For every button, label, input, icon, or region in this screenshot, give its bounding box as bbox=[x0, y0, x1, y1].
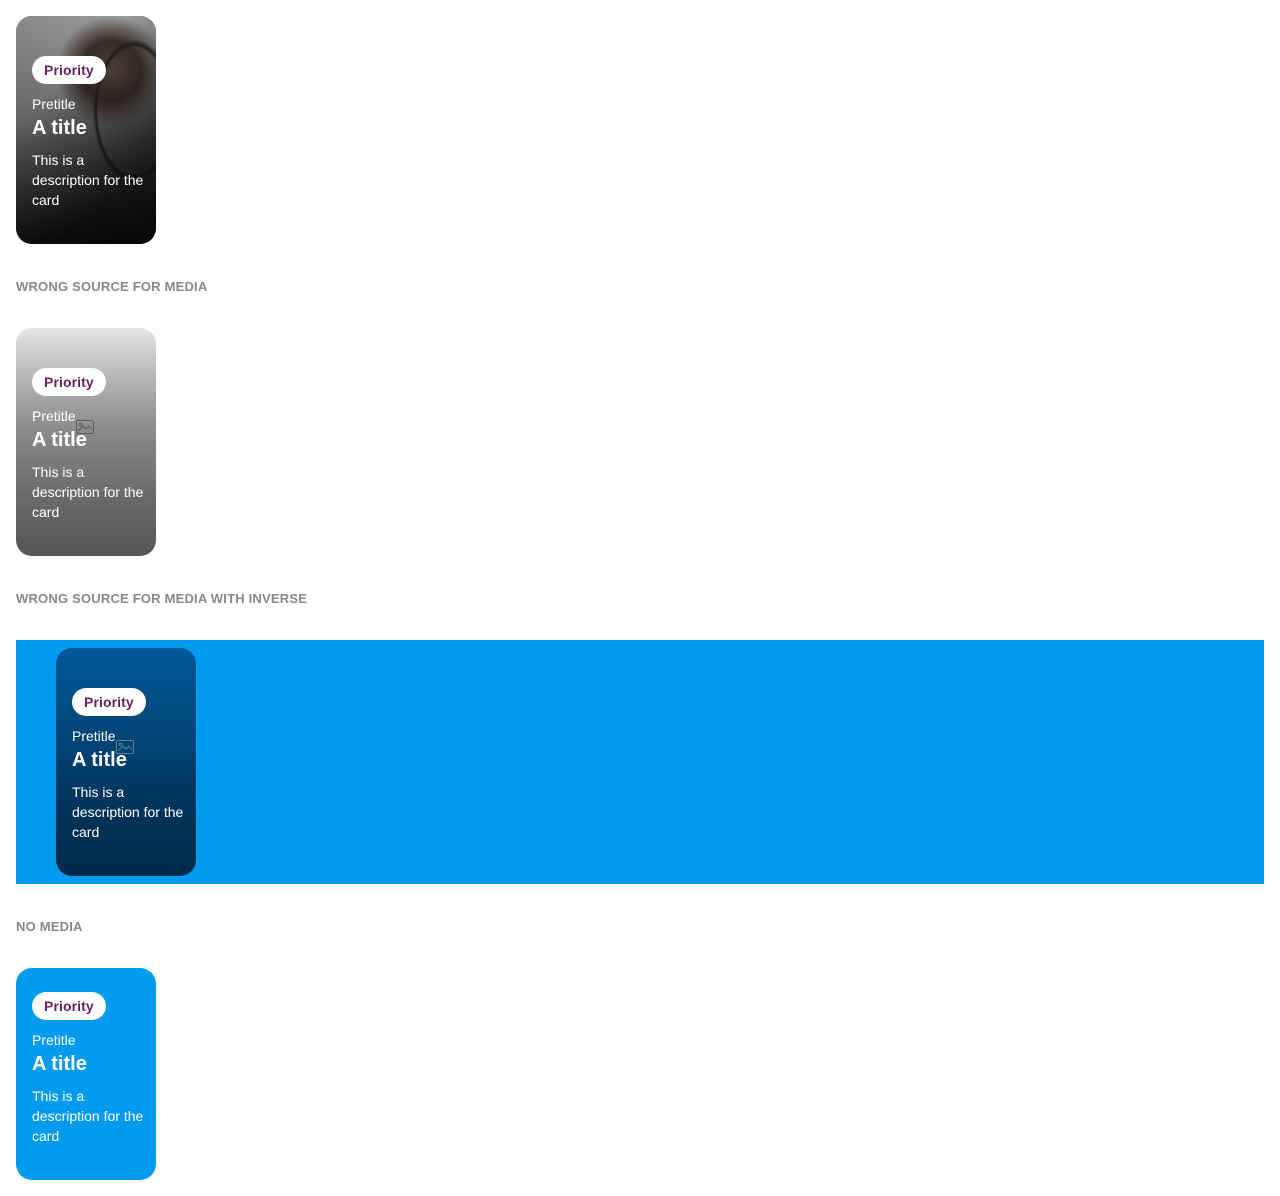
priority-badge: Priority bbox=[32, 992, 106, 1020]
card-title-row: A title bbox=[72, 740, 188, 772]
card-description: This is a description for the card bbox=[32, 464, 144, 520]
section-label-wrong-source: WRONG SOURCE FOR MEDIA bbox=[16, 279, 208, 294]
media-card-wrong-source-inverse[interactable]: Priority Pretitle A title This is a desc… bbox=[56, 648, 196, 876]
broken-image-icon bbox=[76, 420, 94, 434]
card-title-row: A title bbox=[32, 420, 148, 452]
card-description: This is a description for the card bbox=[32, 152, 144, 208]
card-title: A title bbox=[32, 1053, 87, 1075]
broken-image-icon bbox=[116, 740, 134, 754]
media-card-no-media[interactable]: Priority Pretitle A title This is a desc… bbox=[16, 968, 156, 1180]
card-description: This is a description for the card bbox=[32, 1088, 144, 1144]
media-card-wrong-source[interactable]: Priority Pretitle A title This is a desc… bbox=[16, 328, 156, 556]
card-content: Priority Pretitle A title This is a desc… bbox=[32, 56, 148, 210]
card-title: A title bbox=[32, 117, 87, 139]
story-page: Priority Pretitle A title This is a desc… bbox=[0, 0, 1280, 1196]
priority-badge: Priority bbox=[72, 688, 146, 716]
card-content: Priority Pretitle A title This is a desc… bbox=[32, 368, 148, 522]
card-content: Priority Pretitle A title This is a desc… bbox=[32, 992, 148, 1146]
priority-badge: Priority bbox=[32, 368, 106, 396]
card-description: This is a description for the card bbox=[72, 784, 184, 840]
media-card-photo[interactable]: Priority Pretitle A title This is a desc… bbox=[16, 16, 156, 244]
priority-badge: Priority bbox=[32, 56, 106, 84]
card-pretitle: Pretitle bbox=[32, 1032, 76, 1048]
inverse-container: Priority Pretitle A title This is a desc… bbox=[16, 640, 1264, 884]
card-content: Priority Pretitle A title This is a desc… bbox=[72, 688, 188, 842]
section-label-wrong-source-inverse: WRONG SOURCE FOR MEDIA WITH INVERSE bbox=[16, 591, 308, 606]
section-label-no-media: NO MEDIA bbox=[16, 919, 83, 934]
card-pretitle: Pretitle bbox=[32, 96, 76, 112]
